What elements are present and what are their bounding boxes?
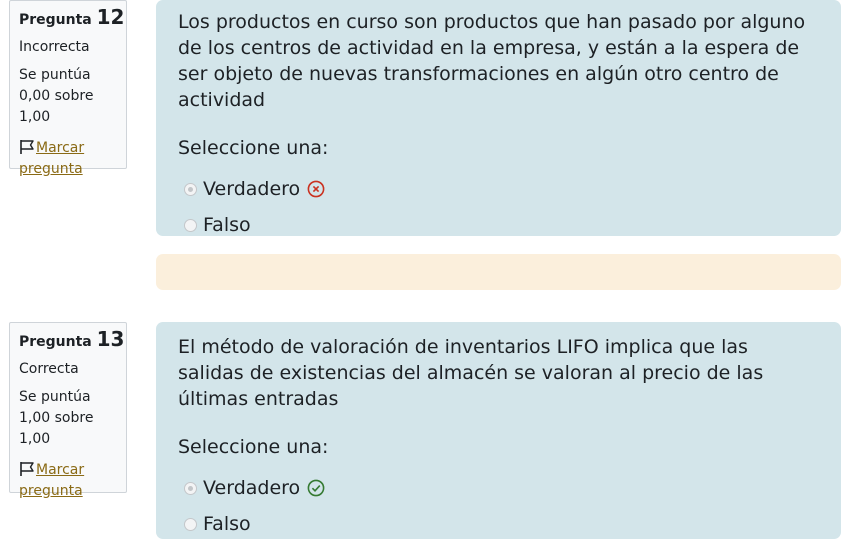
question-number-value: 12 bbox=[96, 5, 125, 29]
question-text: El método de valoración de inventarios L… bbox=[178, 336, 764, 410]
question-number: Pregunta 12 bbox=[19, 7, 126, 30]
answer-prompt: Seleccione una: bbox=[178, 436, 329, 458]
question-label: Pregunta bbox=[19, 12, 92, 28]
flag-question-link[interactable]: Marcar pregunta bbox=[19, 138, 126, 180]
flag-question-link[interactable]: Marcar pregunta bbox=[19, 460, 126, 502]
question-label: Pregunta bbox=[19, 334, 92, 350]
option-label: Falso bbox=[203, 513, 251, 535]
question-content-12: Los productos en curso son productos que… bbox=[156, 0, 841, 236]
question-state: Incorrecta bbox=[19, 39, 90, 55]
incorrect-icon bbox=[307, 180, 325, 198]
question-number: Pregunta 13 bbox=[19, 329, 126, 352]
correct-icon bbox=[307, 479, 325, 497]
answer-option-true[interactable]: Verdadero bbox=[178, 470, 819, 506]
option-label: Verdadero bbox=[203, 477, 301, 499]
question-number-value: 13 bbox=[96, 327, 125, 351]
question-state: Correcta bbox=[19, 361, 79, 377]
question-grade: Se puntúa 1,00 sobre 1,00 bbox=[19, 389, 94, 447]
question-info-13: Pregunta 13 Correcta Se puntúa 1,00 sobr… bbox=[9, 322, 127, 499]
feedback-box bbox=[156, 254, 841, 290]
radio-false[interactable] bbox=[184, 517, 197, 531]
answer-option-true[interactable]: Verdadero bbox=[178, 171, 819, 207]
flag-icon bbox=[20, 462, 34, 476]
radio-false[interactable] bbox=[184, 218, 197, 232]
answer-prompt: Seleccione una: bbox=[178, 137, 329, 159]
question-info-12: Pregunta 12 Incorrecta Se puntúa 0,00 so… bbox=[9, 0, 127, 177]
radio-true[interactable] bbox=[184, 182, 197, 196]
question-grade: Se puntúa 0,00 sobre 1,00 bbox=[19, 67, 94, 125]
question-content-13: El método de valoración de inventarios L… bbox=[156, 322, 841, 539]
flag-icon bbox=[20, 140, 34, 154]
option-label: Falso bbox=[203, 214, 251, 236]
answer-option-false[interactable]: Falso bbox=[178, 506, 819, 542]
question-text: Los productos en curso son productos que… bbox=[178, 11, 806, 111]
answer-options: Verdadero Falso bbox=[178, 171, 819, 243]
answer-options: Verdadero Falso bbox=[178, 470, 819, 542]
radio-true[interactable] bbox=[184, 481, 197, 495]
option-label: Verdadero bbox=[203, 178, 301, 200]
answer-option-false[interactable]: Falso bbox=[178, 207, 819, 243]
